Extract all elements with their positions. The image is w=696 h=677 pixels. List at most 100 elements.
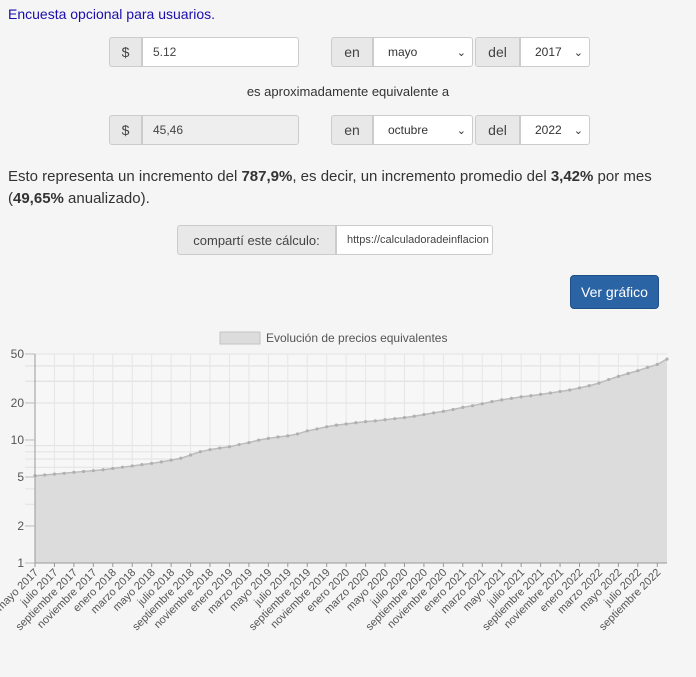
data-point — [626, 371, 630, 376]
data-point — [548, 391, 552, 395]
data-point — [490, 400, 494, 404]
data-point — [82, 469, 86, 474]
data-point — [363, 420, 368, 424]
data-point — [636, 369, 640, 373]
data-point — [412, 414, 416, 418]
data-point — [286, 434, 290, 438]
data-point — [237, 442, 241, 447]
data-point — [130, 464, 134, 468]
data-point — [159, 460, 163, 464]
data-point — [655, 362, 659, 367]
data-point — [315, 427, 319, 431]
data-point — [169, 458, 173, 462]
data-point — [91, 469, 95, 473]
y-tick-label: 50 — [11, 347, 25, 361]
data-point — [422, 412, 426, 417]
legend-label: Evolución de precios equivalentes — [266, 331, 447, 345]
legend-swatch — [219, 331, 261, 345]
survey-link[interactable]: Encuesta opcional para usuarios. — [8, 6, 215, 22]
data-point — [558, 389, 562, 394]
data-point — [587, 384, 591, 388]
data-point — [539, 392, 543, 396]
from-amount-input[interactable]: 5.12 — [142, 37, 299, 67]
chevron-down-icon: ⌄ — [573, 46, 583, 59]
data-point — [509, 396, 514, 400]
from-month-select[interactable]: mayo ⌄ — [373, 37, 473, 67]
price-evolution-chart: 125102050mayo 2017julio 2017septiembre 2… — [0, 331, 669, 633]
data-point — [451, 407, 455, 412]
data-point — [218, 446, 222, 450]
to-year-select[interactable]: 2022 ⌄ — [520, 115, 590, 145]
data-point — [325, 425, 329, 429]
data-point — [500, 398, 504, 402]
data-point — [227, 445, 232, 449]
data-point — [188, 453, 193, 457]
data-point — [257, 438, 261, 442]
data-point — [645, 365, 650, 370]
data-point — [208, 448, 212, 452]
data-point — [247, 441, 251, 445]
currency-addon: $ — [109, 115, 142, 145]
from-month-value: mayo — [388, 45, 418, 59]
result-text: Esto representa un incremento del 787,9%… — [8, 166, 688, 210]
data-point — [140, 462, 144, 467]
data-point — [441, 409, 445, 413]
data-point — [383, 418, 387, 422]
data-point — [616, 374, 620, 378]
y-tick-label: 10 — [11, 433, 25, 447]
chevron-down-icon: ⌄ — [573, 124, 583, 137]
data-point — [52, 472, 57, 476]
share-group: compartí este cálculo: https://calculado… — [177, 225, 493, 255]
y-tick-label: 5 — [17, 470, 24, 484]
to-year-value: 2022 — [535, 123, 562, 137]
data-point — [344, 422, 348, 426]
data-point — [402, 416, 407, 420]
data-point — [198, 450, 202, 454]
share-label: compartí este cálculo: — [177, 225, 336, 255]
y-tick-label: 20 — [11, 396, 25, 410]
y-tick-label: 1 — [17, 556, 24, 570]
chevron-down-icon: ⌄ — [456, 46, 466, 59]
data-point — [461, 405, 465, 410]
annual-value: 49,65% — [13, 190, 64, 207]
view-chart-button[interactable]: Ver gráfico — [570, 275, 659, 309]
data-point — [120, 465, 125, 469]
share-url-input[interactable]: https://calculadoradeinflacion — [336, 225, 493, 255]
data-point — [101, 468, 105, 472]
data-point — [577, 386, 582, 390]
data-point — [432, 411, 436, 415]
result-part4: anualizado). — [63, 190, 150, 207]
data-point — [393, 417, 397, 421]
data-point — [665, 357, 669, 361]
en-label: en — [331, 37, 373, 67]
from-year-select[interactable]: 2017 ⌄ — [520, 37, 590, 67]
equivalence-text: es aproximadamente equivalente a — [246, 84, 450, 99]
data-point — [529, 394, 533, 398]
data-point — [480, 402, 484, 406]
data-point — [266, 436, 270, 441]
data-point — [568, 388, 572, 392]
data-point — [373, 419, 377, 423]
to-month-select[interactable]: octubre ⌄ — [373, 115, 473, 145]
chevron-down-icon: ⌄ — [456, 124, 466, 137]
data-point — [295, 432, 300, 436]
data-point — [72, 470, 76, 474]
data-point — [470, 404, 475, 408]
data-point — [276, 435, 280, 439]
data-point — [354, 421, 358, 425]
data-point — [179, 456, 183, 460]
currency-addon: $ — [109, 37, 142, 67]
data-point — [150, 461, 154, 465]
data-point — [519, 395, 523, 399]
data-point — [111, 466, 115, 471]
del-label: del — [475, 115, 520, 145]
to-amount-output: 45,46 — [142, 115, 299, 145]
increase-value: 787,9% — [241, 168, 293, 185]
data-point — [334, 423, 339, 427]
result-part1: Esto representa un incremento del — [8, 168, 242, 185]
data-point — [597, 381, 601, 385]
monthly-value: 3,42% — [550, 168, 594, 185]
to-row: $ 45,46 en octubre ⌄ del 2022 ⌄ — [109, 115, 590, 145]
data-point — [62, 471, 66, 475]
data-point — [607, 377, 611, 382]
